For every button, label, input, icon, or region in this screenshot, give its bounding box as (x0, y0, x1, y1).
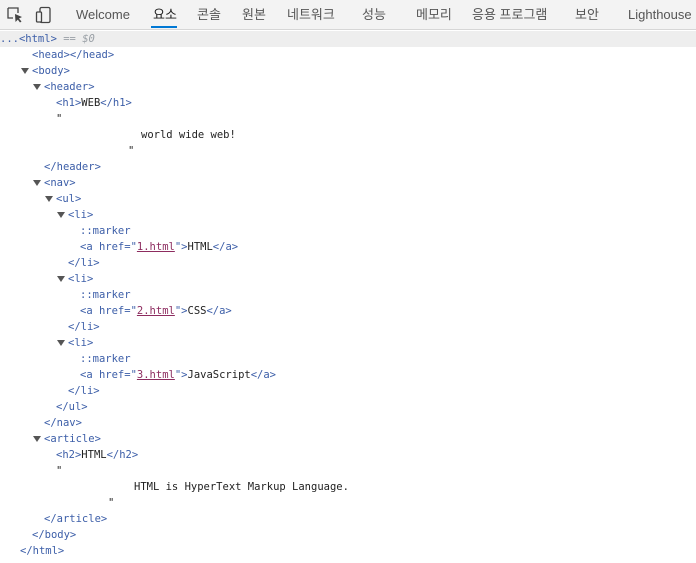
body-open-tag[interactable]: <body> (32, 63, 70, 79)
dom-tree: ...<html> == $0 <head></head> <body> <he… (0, 30, 696, 563)
active-tab-indicator (151, 26, 177, 28)
expand-ul-icon[interactable] (45, 196, 53, 202)
text-node-quote-open: " (56, 465, 63, 477)
tab-memory[interactable]: 메모리 (416, 0, 452, 29)
ul-close-tag: </ul> (56, 401, 88, 413)
expand-li-icon[interactable] (57, 340, 65, 346)
marker-pseudo[interactable]: ::marker (80, 287, 131, 303)
li-close-tag: </li> (68, 257, 100, 269)
text-node-quote-open: " (56, 113, 63, 125)
text-node-quote-close: " (128, 145, 135, 157)
tab-performance[interactable]: 성능 (362, 0, 386, 29)
link-node-3[interactable]: <a href="3.html">JavaScript</a> (80, 367, 276, 383)
device-toolbar-icon[interactable] (35, 6, 53, 24)
inspect-element-icon[interactable] (6, 6, 24, 24)
body-close-tag: </body> (32, 529, 77, 541)
tab-elements[interactable]: 요소 (153, 0, 177, 29)
head-node[interactable]: <head></head> (32, 47, 114, 63)
devtools-toolbar: Welcome 요소 콘솔 원본 네트워크 성능 메모리 응용 프로그램 보안 … (0, 0, 696, 30)
html-open-tag: <html> (18, 33, 57, 45)
tab-security[interactable]: 보안 (575, 0, 599, 29)
h1-node[interactable]: <h1>WEB</h1> (56, 95, 132, 111)
li-close-tag: </li> (68, 385, 100, 397)
ul-open-tag[interactable]: <ul> (56, 191, 81, 207)
expand-article-icon[interactable] (33, 436, 41, 442)
li-open-tag[interactable]: <li> (68, 271, 93, 287)
tab-sources[interactable]: 원본 (242, 0, 266, 29)
nav-open-tag[interactable]: <nav> (44, 175, 76, 191)
html-close-tag: </html> (20, 545, 65, 557)
tab-welcome[interactable]: Welcome (76, 0, 130, 29)
h2-node[interactable]: <h2>HTML</h2> (56, 447, 138, 463)
marker-pseudo[interactable]: ::marker (80, 223, 131, 239)
header-open-tag[interactable]: <header> (44, 79, 95, 95)
expand-nav-icon[interactable] (33, 180, 41, 186)
text-node-quote-close: " (108, 497, 115, 509)
tab-lighthouse[interactable]: Lighthouse (628, 0, 692, 29)
article-close-tag: </article> (44, 513, 108, 525)
expand-body-icon[interactable] (21, 68, 29, 74)
marker-pseudo[interactable]: ::marker (80, 351, 131, 367)
li-close-tag: </li> (68, 321, 100, 333)
header-text-node[interactable]: world wide web! (141, 127, 236, 143)
console-ref: == $0 (63, 33, 95, 45)
expand-header-icon[interactable] (33, 84, 41, 90)
tab-network[interactable]: 네트워크 (287, 0, 335, 29)
nav-close-tag: </nav> (44, 417, 82, 429)
href-link[interactable]: 2.html (137, 305, 175, 317)
href-link[interactable]: 1.html (137, 241, 175, 253)
expand-li-icon[interactable] (57, 276, 65, 282)
link-node-1[interactable]: <a href="1.html">HTML</a> (80, 239, 238, 255)
expand-li-icon[interactable] (57, 212, 65, 218)
tab-console[interactable]: 콘솔 (197, 0, 221, 29)
li-open-tag[interactable]: <li> (68, 207, 93, 223)
tab-application[interactable]: 응용 프로그램 (472, 0, 547, 29)
li-open-tag[interactable]: <li> (68, 335, 93, 351)
article-open-tag[interactable]: <article> (44, 431, 101, 447)
link-node-2[interactable]: <a href="2.html">CSS</a> (80, 303, 232, 319)
html-open-row[interactable]: ...<html> == $0 (0, 31, 95, 47)
href-link[interactable]: 3.html (137, 369, 175, 381)
article-text-node[interactable]: HTML is HyperText Markup Language. (134, 479, 349, 495)
header-close-tag: </header> (44, 161, 101, 173)
